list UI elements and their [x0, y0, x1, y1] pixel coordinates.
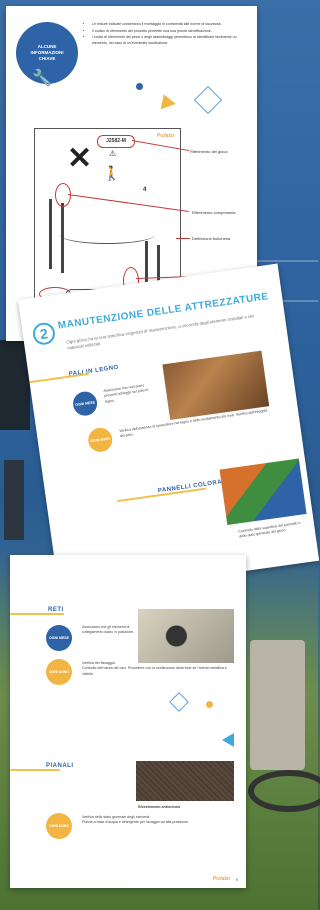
drawing-number: 4 [143, 187, 147, 193]
section-title-nets: RETI [48, 607, 64, 613]
annotation-label: Definizione bulloneria [192, 236, 231, 241]
diamond-outline-icon [169, 692, 189, 712]
maintenance-text: Controllo della superficie del pannello … [238, 520, 301, 539]
brand-logo: Prolabo [156, 133, 174, 139]
bullet-item: Il codice di riferimento del prodotto pe… [92, 29, 246, 35]
wrench-icon: 🔧 [32, 70, 52, 87]
section-title-wood-poles: PALI IN LEGNO [68, 364, 120, 378]
badge-label: OGNI ANNO [90, 436, 111, 444]
document-page-nets-floors: RETI OGNI MESE Assicurarsi che gli eleme… [10, 555, 246, 888]
maintenance-text: Verifica del fissaggio. Controllo dell'u… [82, 661, 232, 677]
document-page-maintenance: 2 MANUTENZIONE DELLE ATTREZZATURE Ogni g… [18, 263, 320, 598]
maintenance-text: Assicurarsi che gli elementi di collegam… [82, 625, 134, 635]
triangle-icon [222, 733, 234, 747]
diamond-outline-icon [193, 85, 223, 115]
section-underline [10, 613, 64, 615]
maintenance-text: Assicurarsi che non siano presenti scheg… [103, 383, 149, 404]
frequency-badge: OGNI MESE [71, 390, 99, 418]
background-stripe [248, 260, 318, 262]
frequency-badge: OGNI MESE [46, 625, 72, 651]
background-tire [248, 770, 320, 812]
product-code: J2582-M [97, 135, 135, 148]
maintenance-line: Pulizia a base d'acqua e detergente per … [82, 820, 189, 825]
annotation-label: Riferimento componente [192, 210, 236, 215]
badge-label: ALCUNE INFORMAZIONI CHIAVE [30, 44, 64, 61]
bullet-item: Le misure indicate consentono il montagg… [92, 22, 246, 28]
frequency-badge: OGNI ANNO [86, 426, 114, 454]
badge-label: OGNI MESE [74, 400, 96, 408]
colored-panels-photo [219, 458, 307, 526]
page-number: 9 [235, 877, 238, 882]
bullet-item: I codici di riferimento dei pezzi o degl… [92, 35, 246, 46]
frequency-badge: OGNI ANNO [46, 813, 72, 839]
section-number: 2 [31, 321, 57, 347]
section-title-floors: PIANALI [46, 763, 74, 769]
triangle-icon [156, 91, 176, 110]
dot-icon [136, 83, 143, 90]
section-title-colored-panels: PANNELLI COLORATI [157, 478, 229, 495]
background-shadow [4, 460, 24, 540]
annotation-line [176, 238, 190, 239]
warning-icon: ⚠ [109, 149, 117, 158]
net-connector-photo [138, 609, 234, 663]
forbidden-cross-icon: ✕ [67, 142, 93, 175]
child-figure-icon: 🚶 [103, 165, 121, 181]
anti-slip-floor-photo [136, 761, 234, 801]
maintenance-text: Verifica dello stato generale degli elem… [82, 815, 232, 826]
frequency-badge: OGNI ANNO [46, 659, 72, 685]
badge-label: OGNI ANNO [48, 670, 70, 674]
key-info-list: Le misure indicate consentono il montagg… [86, 22, 246, 47]
photo-caption: Rivestimento antiscivolo [138, 805, 181, 809]
annotation-label: Riferimento del gioco [190, 149, 228, 154]
section-underline [10, 769, 60, 771]
badge-label: OGNI ANNO [48, 824, 70, 828]
cable-shape [59, 225, 155, 244]
background-post [250, 640, 305, 770]
post-shape [49, 199, 52, 269]
dot-icon [206, 701, 213, 708]
badge-label: OGNI MESE [49, 636, 69, 640]
maintenance-line: Controllo dell'usura dei cavi. Procedere… [82, 666, 227, 676]
brand-logo: Prolabo [212, 876, 230, 882]
